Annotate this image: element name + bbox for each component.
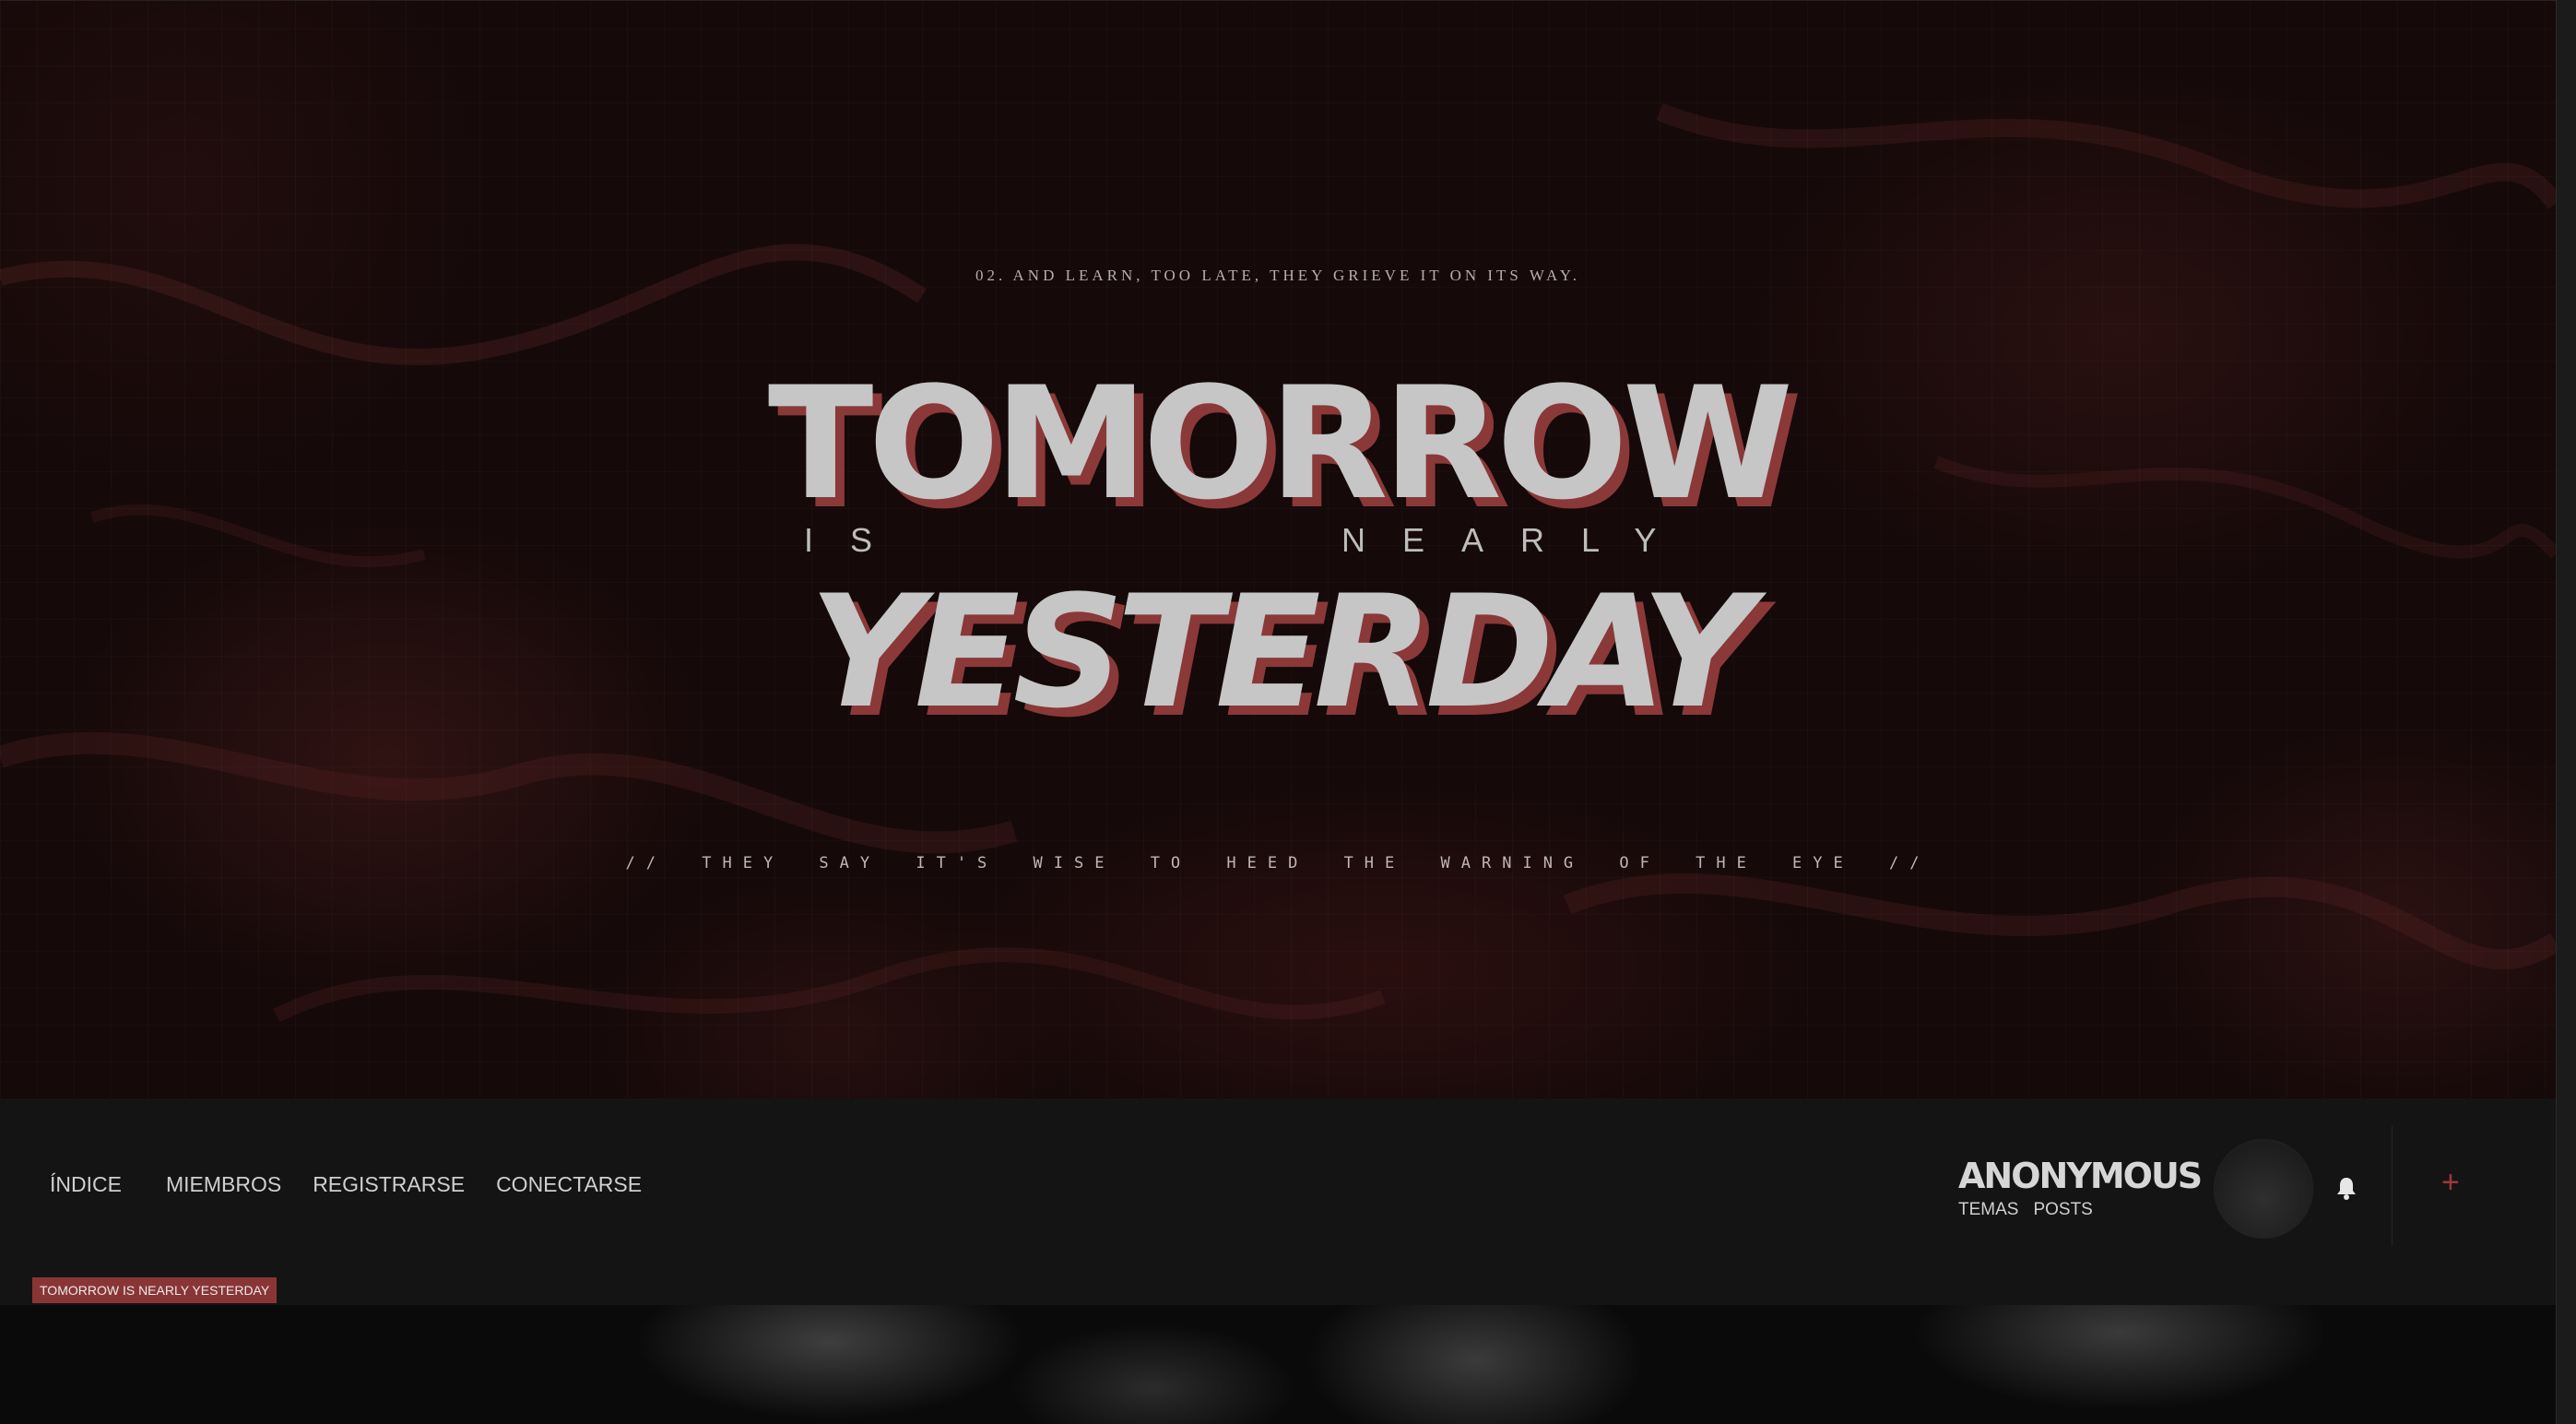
user-info: ANONYMOUS TEMAS POSTS — [1958, 1156, 2203, 1220]
nav-link-conectarse[interactable]: CONECTARSE — [496, 1172, 642, 1197]
avatar[interactable] — [2214, 1139, 2313, 1239]
nav-link-indice[interactable]: ÍNDICE — [50, 1172, 122, 1197]
user-name[interactable]: ANONYMOUS — [1958, 1156, 2203, 1196]
hero-title: TOMORROW IS NEARLY YESTERDAY — [0, 361, 2556, 735]
hero-banner: 02. AND LEARN, TOO LATE, THEY GRIEVE IT … — [0, 0, 2556, 1099]
hero-title-is: IS — [804, 521, 910, 559]
scrollbar-track[interactable] — [2556, 0, 2576, 1424]
bell-icon[interactable] — [2336, 1174, 2357, 1202]
user-meta: TEMAS POSTS — [1958, 1200, 2201, 1220]
nav-link-miembros[interactable]: MIEMBROS — [166, 1172, 281, 1197]
plus-icon[interactable]: + — [2441, 1165, 2460, 1201]
hero-title-bottom: YESTERDAY — [809, 562, 1754, 742]
breadcrumb[interactable]: TOMORROW IS NEARLY YESTERDAY — [32, 1277, 278, 1303]
nav-link-registrarse[interactable]: REGISTRARSE — [313, 1172, 465, 1197]
hero-tagline: // THEY SAY IT'S WISE TO HEED THE WARNIN… — [625, 854, 1931, 872]
breadcrumb-bar — [0, 1276, 2556, 1305]
user-posts-link[interactable]: POSTS — [2033, 1200, 2092, 1220]
page: 02. AND LEARN, TOO LATE, THEY GRIEVE IT … — [0, 0, 2576, 1424]
hero-title-middle: IS NEARLY — [0, 521, 2556, 576]
user-temas-link[interactable]: TEMAS — [1958, 1200, 2018, 1220]
hero-eyebrow: 02. AND LEARN, TOO LATE, THEY GRIEVE IT … — [975, 267, 1581, 284]
nav-links: ÍNDICE MIEMBROS REGISTRARSE CONECTARSE — [50, 1172, 673, 1197]
main-navbar: ÍNDICE MIEMBROS REGISTRARSE CONECTARSE A… — [0, 1098, 2556, 1276]
hero-title-top: TOMORROW — [767, 353, 1793, 534]
content-background-texture — [0, 1305, 2556, 1424]
navbar-divider — [2392, 1126, 2393, 1246]
hero-title-nearly: NEARLY — [1341, 521, 1694, 559]
